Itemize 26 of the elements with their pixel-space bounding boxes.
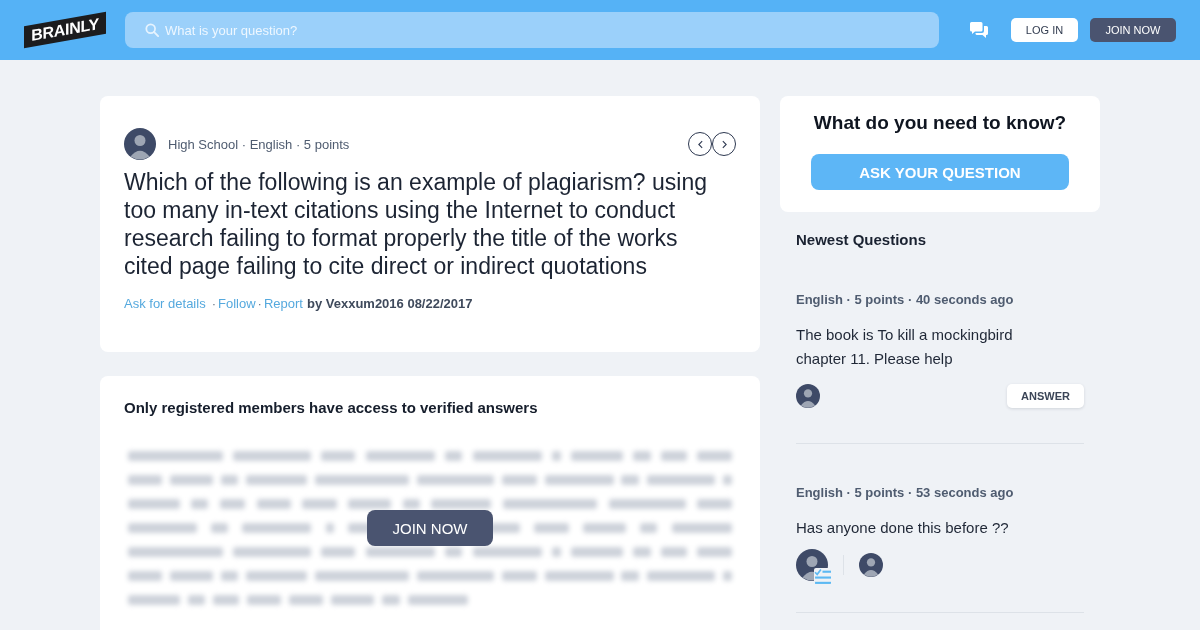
previous-button[interactable] bbox=[688, 132, 712, 156]
avatar-icon bbox=[124, 128, 156, 160]
avatar-icon bbox=[859, 553, 883, 577]
chevron-right-icon bbox=[721, 139, 727, 149]
brand-logo[interactable]: BRAINLY bbox=[24, 11, 106, 49]
question-meta: English · 5 points · 53 seconds ago bbox=[796, 484, 1015, 502]
avatar-icon bbox=[796, 384, 820, 408]
question-text: Which of the following is an example of plagiarism? using too many in-text citations using the Internet to conduct research failing to format properly the title of the works cited page failing to cite direct or indirect quotations bbox=[124, 168, 708, 280]
separator-dot: · bbox=[211, 296, 216, 312]
question-link[interactable]: Has anyone done this before ?? bbox=[796, 516, 1046, 540]
join-now-button[interactable]: JOIN NOW bbox=[1090, 18, 1176, 42]
question-link[interactable]: The book is To kill a mockingbird chapter 11. Please help bbox=[796, 323, 1046, 371]
ask-heading: What do you need to know? bbox=[812, 111, 1068, 135]
question-meta: High School · English · 5 points bbox=[168, 136, 350, 152]
chevron-left-icon bbox=[697, 139, 703, 149]
author-date-text: by Vexxum2016 08/22/2017 bbox=[306, 296, 473, 312]
log-in-button[interactable]: LOG IN bbox=[1011, 18, 1078, 42]
answer-access-notice: Only registered members have access to verified answers bbox=[124, 398, 539, 418]
search-field[interactable]: What is your question? bbox=[125, 12, 939, 48]
next-button[interactable] bbox=[712, 132, 736, 156]
question-meta: English · 5 points · 40 seconds ago bbox=[796, 291, 1015, 309]
search-icon bbox=[145, 23, 159, 37]
separator-dot: · bbox=[257, 296, 262, 312]
answer-button[interactable]: ANSWER bbox=[1007, 384, 1084, 408]
newest-questions-heading: Newest Questions bbox=[796, 230, 928, 250]
join-now-button[interactable]: JOIN NOW bbox=[367, 510, 493, 546]
